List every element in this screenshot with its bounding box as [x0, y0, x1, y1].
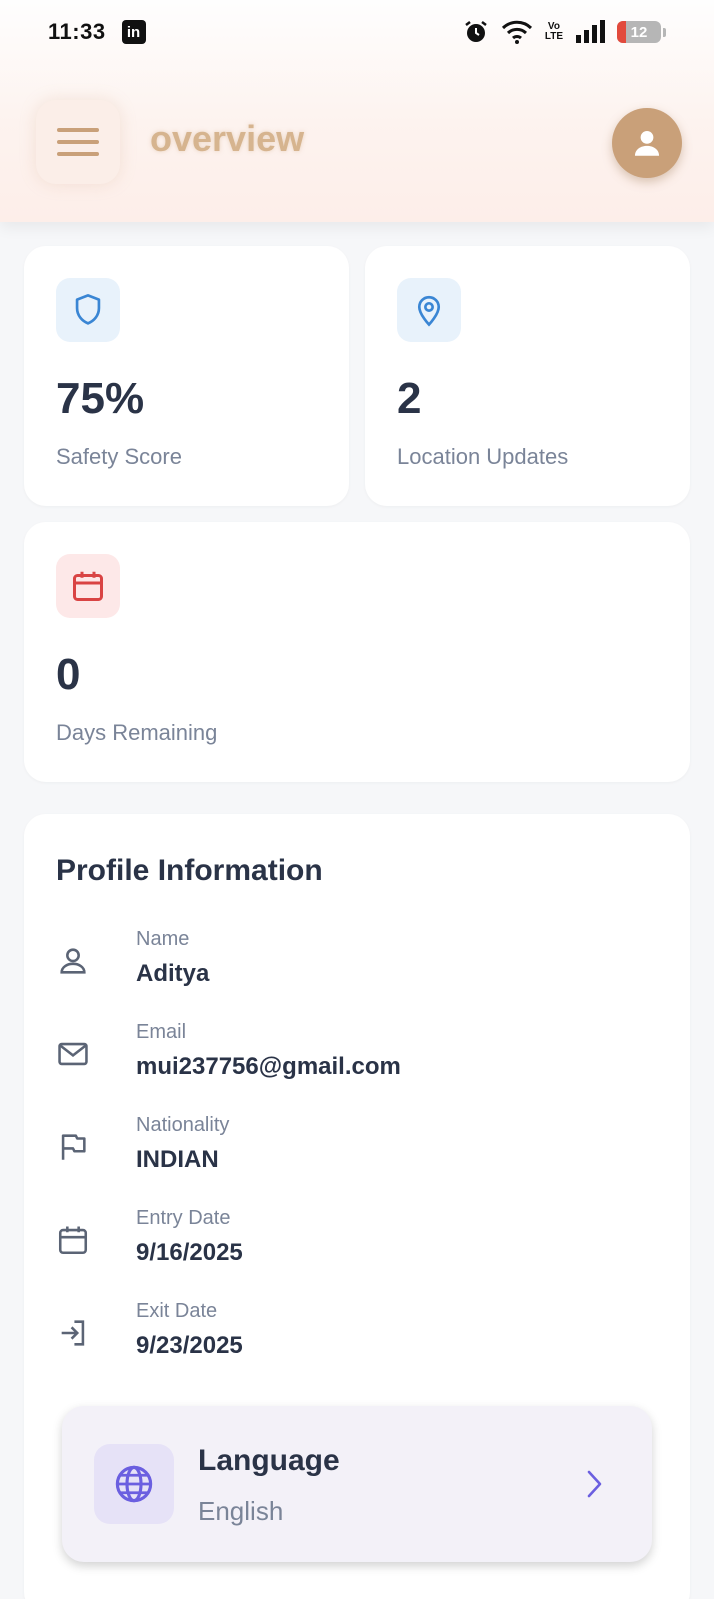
safety-score-label: Safety Score [56, 444, 182, 469]
exit-date-value: 9/23/2025 [136, 1332, 243, 1359]
days-remaining-card: 0 Days Remaining [24, 522, 690, 782]
flag-icon [61, 1134, 86, 1160]
battery-level: 12 [630, 23, 648, 41]
exit-icon [61, 1320, 85, 1346]
name-value: Aditya [136, 960, 210, 987]
status-bar: 11:33 in Vo LTE 12 [0, 0, 714, 64]
language-value: English [198, 1496, 284, 1526]
app-header: 11:33 in Vo LTE 12 overview [0, 0, 714, 222]
days-remaining-value: 0 [56, 650, 81, 699]
wifi-icon [501, 20, 532, 44]
profile-avatar-button[interactable] [612, 108, 682, 178]
profile-information-card: Profile Information Name Aditya Email mu… [24, 814, 690, 1599]
profile-information-title: Profile Information [56, 854, 323, 887]
user-icon [634, 130, 660, 156]
location-updates-value: 2 [397, 374, 422, 423]
entry-date-label: Entry Date [136, 1207, 231, 1229]
email-value: mui237756@gmail.com [136, 1053, 401, 1080]
status-time: 11:33 [48, 19, 106, 44]
signal-icon [576, 20, 605, 43]
shield-icon [75, 294, 101, 325]
days-remaining-label: Days Remaining [56, 720, 218, 745]
globe-icon [115, 1465, 153, 1503]
profile-field-name: Name Aditya [56, 928, 616, 1000]
volte-indicator: Vo LTE [544, 21, 563, 42]
profile-field-entry-date: Entry Date 9/16/2025 [56, 1207, 616, 1279]
location-updates-card: 2 Location Updates [365, 246, 690, 506]
user-icon [60, 948, 86, 974]
nationality-value: INDIAN [136, 1146, 219, 1173]
menu-button[interactable] [36, 100, 120, 184]
profile-field-email: Email mui237756@gmail.com [56, 1021, 616, 1093]
status-icons: Vo LTE 12 [463, 19, 666, 45]
page-title: overview [150, 118, 305, 159]
calendar-icon [58, 1226, 88, 1255]
profile-field-nationality: Nationality INDIAN [56, 1114, 616, 1186]
entry-date-value: 9/16/2025 [136, 1239, 243, 1266]
safety-score-value: 75% [56, 374, 145, 423]
battery-icon: 12 [617, 21, 661, 43]
profile-field-exit-date: Exit Date 9/23/2025 [56, 1300, 616, 1372]
alarm-icon [465, 21, 487, 42]
mail-icon [58, 1042, 88, 1066]
email-label: Email [136, 1021, 187, 1043]
location-pin-icon [417, 295, 441, 327]
safety-score-card: 75% Safety Score [24, 246, 349, 506]
language-selector[interactable]: Language English [62, 1406, 652, 1562]
exit-date-label: Exit Date [136, 1300, 218, 1322]
nationality-label: Nationality [136, 1114, 230, 1136]
calendar-icon [73, 571, 103, 601]
name-label: Name [136, 928, 190, 950]
menu-icon [57, 128, 99, 132]
linkedin-icon: in [121, 20, 146, 44]
location-updates-label: Location Updates [397, 444, 569, 469]
chevron-right-icon [587, 1470, 602, 1498]
language-title: Language [198, 1444, 340, 1477]
